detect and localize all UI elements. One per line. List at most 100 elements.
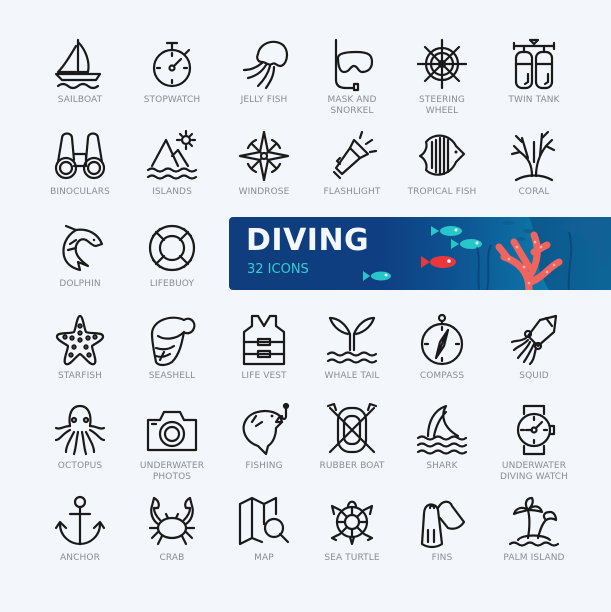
icon-tile-sea-turtle: SEA TURTLE [306,494,398,564]
seashell-icon [150,316,196,367]
icon-label: WHALE TAIL [324,371,380,381]
icon-tile-sailboat: SAILBOAT [34,36,126,106]
icon-tile-islands: ISLANDS [126,128,218,198]
icon-tile-lifebuoy: LIFEBUOY [126,220,218,290]
crab-icon [148,496,196,546]
icon-tile-octopus: OCTOPUS [34,402,126,472]
coral-icon [510,130,556,182]
binoculars-icon [54,132,106,180]
diving-banner: DIVING 32 ICONS [229,217,611,290]
icon-label: FLASHLIGHT [323,187,381,197]
icon-label: STOPWATCH [143,95,201,105]
icon-label: LIFEBUOY [149,279,195,289]
icon-tile-steering-wheel: STEERING WHEEL [396,36,488,117]
icon-tile-starfish: STARFISH [34,312,126,382]
icon-tile-shark: SHARK [396,402,488,472]
icon-label: STEERING WHEEL [419,95,465,116]
jelly-fish-icon [242,40,289,90]
icon-label: UNDERWATER PHOTOS [139,461,205,482]
teal-fish-3 [363,271,391,281]
icon-tile-mask-and-snorkel: MASK AND SNORKEL [306,36,398,117]
steering-wheel-icon [416,38,468,90]
icon-tile-dolphin: DOLPHIN [34,220,126,290]
icon-label: ANCHOR [60,553,100,563]
palm-island-icon [508,496,560,547]
icon-label: WINDROSE [238,187,290,197]
icon-tile-flashlight: FLASHLIGHT [306,128,398,198]
icon-tile-compass: COMPASS [396,312,488,382]
twin-tank-icon [512,38,556,90]
icon-tile-squid: SQUID [488,312,580,382]
icon-tile-windrose: WINDROSE [218,128,310,198]
stopwatch-icon [152,41,192,88]
whale-tail-icon [326,316,378,364]
icon-label: STARFISH [57,371,103,381]
rubber-boat-icon [326,402,378,454]
flashlight-icon [332,130,378,180]
islands-icon [146,129,198,180]
icon-label: SHARK [426,461,458,471]
icon-tile-fins: FINS [396,494,488,564]
icon-label: DOLPHIN [59,279,101,289]
starfish-icon [55,314,105,366]
icon-label: FINS [431,553,453,563]
icon-tile-coral: CORAL [488,128,580,198]
icon-label: CRAB [159,553,185,563]
icon-label: SQUID [519,371,549,381]
fins-icon [420,500,466,549]
icon-tile-binoculars: BINOCULARS [34,128,126,198]
icon-tile-life-vest: LIFE VEST [218,312,310,382]
icon-label: JELLY FISH [240,95,288,105]
icon-label: CORAL [518,187,550,197]
dolphin-icon [62,224,104,272]
banner-subtitle: 32 ICONS [247,262,309,277]
life-vest-icon [242,314,286,366]
icon-label: UNDERWATER DIVING WATCH [499,461,569,482]
icon-tile-underwater-diving-watch: UNDERWATER DIVING WATCH [488,402,580,483]
icon-label: COMPASS [419,371,465,381]
icon-tile-stopwatch: STOPWATCH [126,36,218,106]
tropical-fish-icon [418,134,466,176]
camera-icon [146,410,198,452]
octopus-icon [54,404,106,456]
map-icon [238,496,290,546]
fishing-icon [242,402,290,456]
diving-watch-icon [516,404,556,456]
icon-label: BINOCULARS [50,187,110,197]
icon-tile-fishing: FISHING [218,402,310,472]
windrose-icon [238,130,290,182]
icon-label: MASK AND SNORKEL [327,95,377,116]
squid-icon [510,314,558,366]
icon-label: ISLANDS [152,187,192,197]
icon-tile-whale-tail: WHALE TAIL [306,312,398,382]
icon-label: FISHING [245,461,283,471]
shark-icon [416,404,468,455]
banner-title: DIVING [246,223,370,258]
icon-tile-rubber-boat: RUBBER BOAT [306,402,398,472]
icon-tile-crab: CRAB [126,494,218,564]
icon-tile-seashell: SEASHELL [126,312,218,382]
compass-icon [420,313,464,366]
sea-turtle-icon [330,500,374,546]
icon-tile-underwater-photos: UNDERWATER PHOTOS [126,402,218,483]
icon-label: PALM ISLAND [503,553,565,563]
icon-label: TWIN TANK [508,95,560,105]
icon-label: TROPICAL FISH [407,187,477,197]
icon-label: MAP [254,553,274,563]
icon-tile-palm-island: PALM ISLAND [488,494,580,564]
icon-tile-anchor: ANCHOR [34,494,126,564]
icon-tile-jelly-fish: JELLY FISH [218,36,310,106]
icon-tile-tropical-fish: TROPICAL FISH [396,128,488,198]
icon-label: SEASHELL [148,371,196,381]
anchor-icon [54,495,106,546]
icon-label: RUBBER BOAT [319,461,385,471]
icon-label: SEA TURTLE [324,553,380,563]
lifebuoy-icon [148,224,196,272]
icon-label: OCTOPUS [57,461,103,471]
icon-label: LIFE VEST [241,371,287,381]
icon-tile-twin-tank: TWIN TANK [488,36,580,106]
sailboat-icon [54,38,102,90]
icon-tile-map: MAP [218,494,310,564]
icon-label: SAILBOAT [57,95,103,105]
mask-and-snorkel-icon [334,38,374,92]
